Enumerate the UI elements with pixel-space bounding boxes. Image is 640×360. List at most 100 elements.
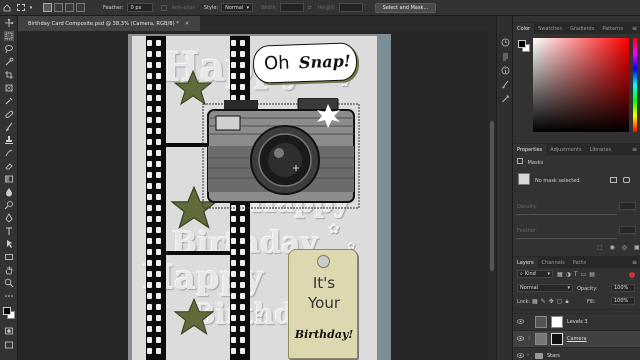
sprocket-hole — [156, 106, 161, 112]
fill-input[interactable]: 100% — [611, 297, 635, 305]
layer-row[interactable]: › Stars — [513, 347, 640, 360]
tab-patterns[interactable]: Patterns — [598, 23, 627, 34]
width-input[interactable] — [280, 3, 305, 12]
color-picker-field[interactable] — [533, 38, 629, 132]
marquee-icon[interactable] — [4, 31, 14, 41]
panel-menu-icon[interactable]: ≡ — [632, 257, 637, 268]
tool-presets-icon[interactable] — [501, 88, 510, 103]
add-vector-mask-icon[interactable] — [623, 177, 630, 183]
delete-mask-icon[interactable]: ▣ — [634, 244, 640, 251]
chevron-down-icon[interactable]: ▾ — [28, 3, 34, 13]
info-icon[interactable] — [501, 60, 510, 75]
healing-icon[interactable] — [4, 109, 14, 119]
tab-layers[interactable]: Layers — [513, 257, 538, 268]
lasso-icon[interactable] — [4, 44, 14, 54]
sprocket-hole — [147, 95, 152, 101]
close-tab-icon[interactable]: ✕ — [185, 21, 189, 27]
type-icon[interactable] — [4, 226, 14, 236]
tab-gradients[interactable]: Gradients — [566, 23, 598, 34]
document-tab[interactable]: Birthday Card Composite.psd @ 38.3% (Cam… — [18, 16, 200, 31]
subtract-selection-icon[interactable] — [65, 3, 74, 12]
lock-all-icon[interactable]: 🔒︎ — [565, 298, 571, 305]
add-selection-icon[interactable] — [54, 3, 63, 12]
crop-icon[interactable] — [4, 70, 14, 80]
panel-menu-icon[interactable]: ≡ — [632, 23, 637, 34]
lock-pixels-icon[interactable]: ✎ — [541, 298, 549, 305]
layer-kind-filter[interactable]: ⌕ Kind ▾ — [517, 270, 553, 278]
tab-paths[interactable]: Paths — [569, 257, 591, 268]
eyedropper-icon[interactable] — [4, 96, 14, 106]
canvas-scrollbar[interactable] — [488, 31, 496, 360]
feather-prop-input[interactable] — [619, 226, 636, 234]
tab-libraries[interactable]: Libraries — [586, 144, 616, 155]
swap-icon[interactable]: ⇄ — [304, 3, 314, 13]
type-filter-icon[interactable]: T — [574, 271, 581, 278]
disable-mask-icon[interactable]: ◎ — [622, 244, 627, 251]
history-icon[interactable] — [501, 32, 510, 47]
filter-toggle-icon[interactable] — [629, 272, 635, 278]
eye-icon[interactable] — [517, 319, 524, 324]
apply-mask-icon[interactable]: ◉ — [610, 244, 615, 251]
brush-icon[interactable] — [4, 122, 14, 132]
blend-mode-select[interactable]: Normal ▾ — [517, 284, 573, 292]
screen-mode-icon[interactable] — [4, 340, 14, 350]
eye-icon[interactable] — [517, 353, 524, 358]
density-input[interactable] — [619, 202, 636, 210]
hand-icon[interactable] — [4, 265, 14, 275]
height-input[interactable] — [338, 3, 363, 12]
opacity-input[interactable]: 100% — [611, 284, 635, 292]
home-icon[interactable] — [0, 3, 14, 13]
move-icon[interactable] — [4, 18, 14, 28]
eraser-icon[interactable] — [4, 161, 14, 171]
layer-row[interactable]: Levels 3 — [513, 313, 640, 330]
brushes-icon[interactable] — [501, 74, 510, 89]
quick-select-icon[interactable] — [4, 57, 14, 67]
path-select-icon[interactable] — [4, 239, 14, 249]
panel-menu-icon[interactable]: ≡ — [632, 144, 637, 155]
gradient-icon[interactable] — [4, 174, 14, 184]
load-selection-icon[interactable]: ⬚ — [597, 244, 603, 251]
adjustment-filter-icon[interactable]: ◑ — [566, 271, 574, 278]
select-and-mask-button[interactable]: Select and Mask... — [374, 2, 437, 13]
antialias-checkbox[interactable] — [160, 4, 167, 11]
pixel-filter-icon[interactable]: ▦ — [557, 271, 566, 278]
panel-fg-swatch[interactable] — [518, 40, 526, 48]
lock-position-icon[interactable]: ✥ — [549, 298, 557, 305]
pen-icon[interactable] — [4, 213, 14, 223]
more-tools-icon[interactable] — [4, 291, 14, 301]
add-pixel-mask-icon[interactable] — [610, 177, 617, 183]
feather-input[interactable]: 0 px — [126, 3, 153, 12]
density-slider[interactable] — [517, 214, 617, 215]
lock-transparent-icon[interactable]: ▦ — [532, 298, 541, 305]
sprocket-hole — [147, 172, 152, 178]
shape-filter-icon[interactable]: ▭ — [581, 271, 590, 278]
dodge-icon[interactable] — [4, 200, 14, 210]
style-select[interactable]: Normal ▾ — [221, 3, 254, 12]
smart-filter-icon[interactable]: ▤ — [589, 271, 598, 278]
frame-icon[interactable] — [4, 83, 14, 93]
hue-slider[interactable] — [633, 38, 637, 132]
rectangle-icon[interactable] — [4, 252, 14, 262]
foreground-color-swatch[interactable] — [3, 307, 11, 315]
tab-adjustments[interactable]: Adjustments — [546, 144, 585, 155]
canvas-area[interactable]: Happy Birthday Happy Birthday Happy ✿ ✿ … — [18, 31, 496, 360]
layer-row[interactable]: ⌇ Camera — [513, 330, 640, 347]
zoom-icon[interactable] — [4, 278, 14, 288]
blur-icon[interactable] — [4, 187, 14, 197]
marquee-preset-icon[interactable] — [17, 4, 25, 11]
tab-swatches[interactable]: Swatches — [534, 23, 566, 34]
feather-slider[interactable] — [517, 238, 617, 239]
paragraph-icon[interactable] — [501, 46, 510, 61]
intersect-selection-icon[interactable] — [76, 3, 85, 12]
stamp-icon[interactable] — [4, 135, 14, 145]
new-selection-icon[interactable] — [43, 3, 52, 12]
eye-icon[interactable] — [517, 336, 524, 341]
tab-color[interactable]: Color — [513, 23, 535, 34]
quick-mask-icon[interactable] — [4, 326, 14, 336]
expand-arrow-icon[interactable]: › — [527, 352, 529, 358]
tab-properties[interactable]: Properties — [513, 144, 547, 155]
scrollbar-thumb[interactable] — [490, 121, 494, 271]
tab-channels[interactable]: Channels — [538, 257, 569, 268]
document-canvas[interactable]: Happy Birthday Happy Birthday Happy ✿ ✿ … — [128, 34, 391, 360]
history-brush-icon[interactable] — [4, 148, 14, 158]
